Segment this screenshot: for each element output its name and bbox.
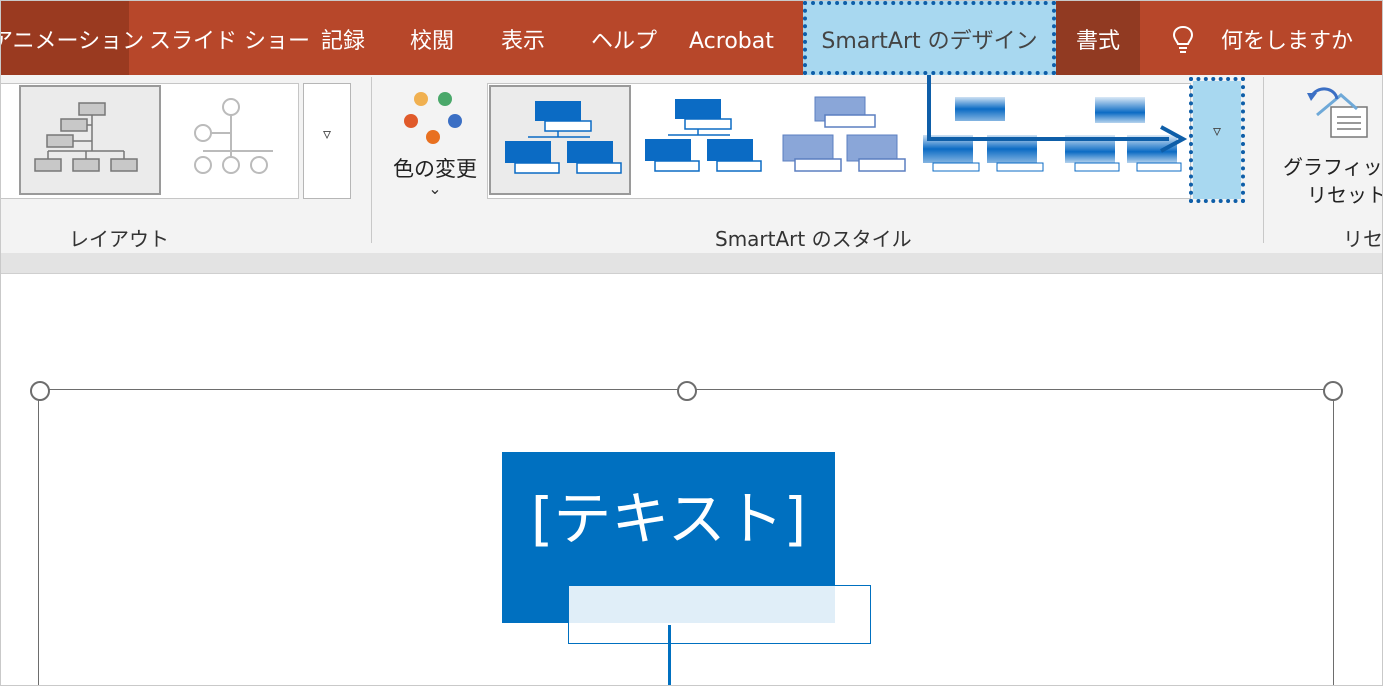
layout-group-label: レイアウト: [69, 227, 169, 251]
styles-group-label: SmartArt のスタイル: [715, 227, 912, 251]
annotation-arrow: [927, 75, 1188, 153]
resize-handle-top-right[interactable]: [1323, 381, 1343, 401]
reset-group-label: リセット: [1343, 227, 1383, 251]
smartart-assistant-shape[interactable]: [568, 585, 871, 644]
ribbon-bottom-bar: [1, 253, 1382, 274]
resize-handle-top-left[interactable]: [30, 381, 50, 401]
resize-handle-top-center[interactable]: [677, 381, 697, 401]
smartart-connector-line: [668, 625, 671, 685]
powerpoint-window: アニメーション スライド ショー 記録 校閲 表示 ヘルプ Acrobat Sm…: [0, 0, 1383, 686]
